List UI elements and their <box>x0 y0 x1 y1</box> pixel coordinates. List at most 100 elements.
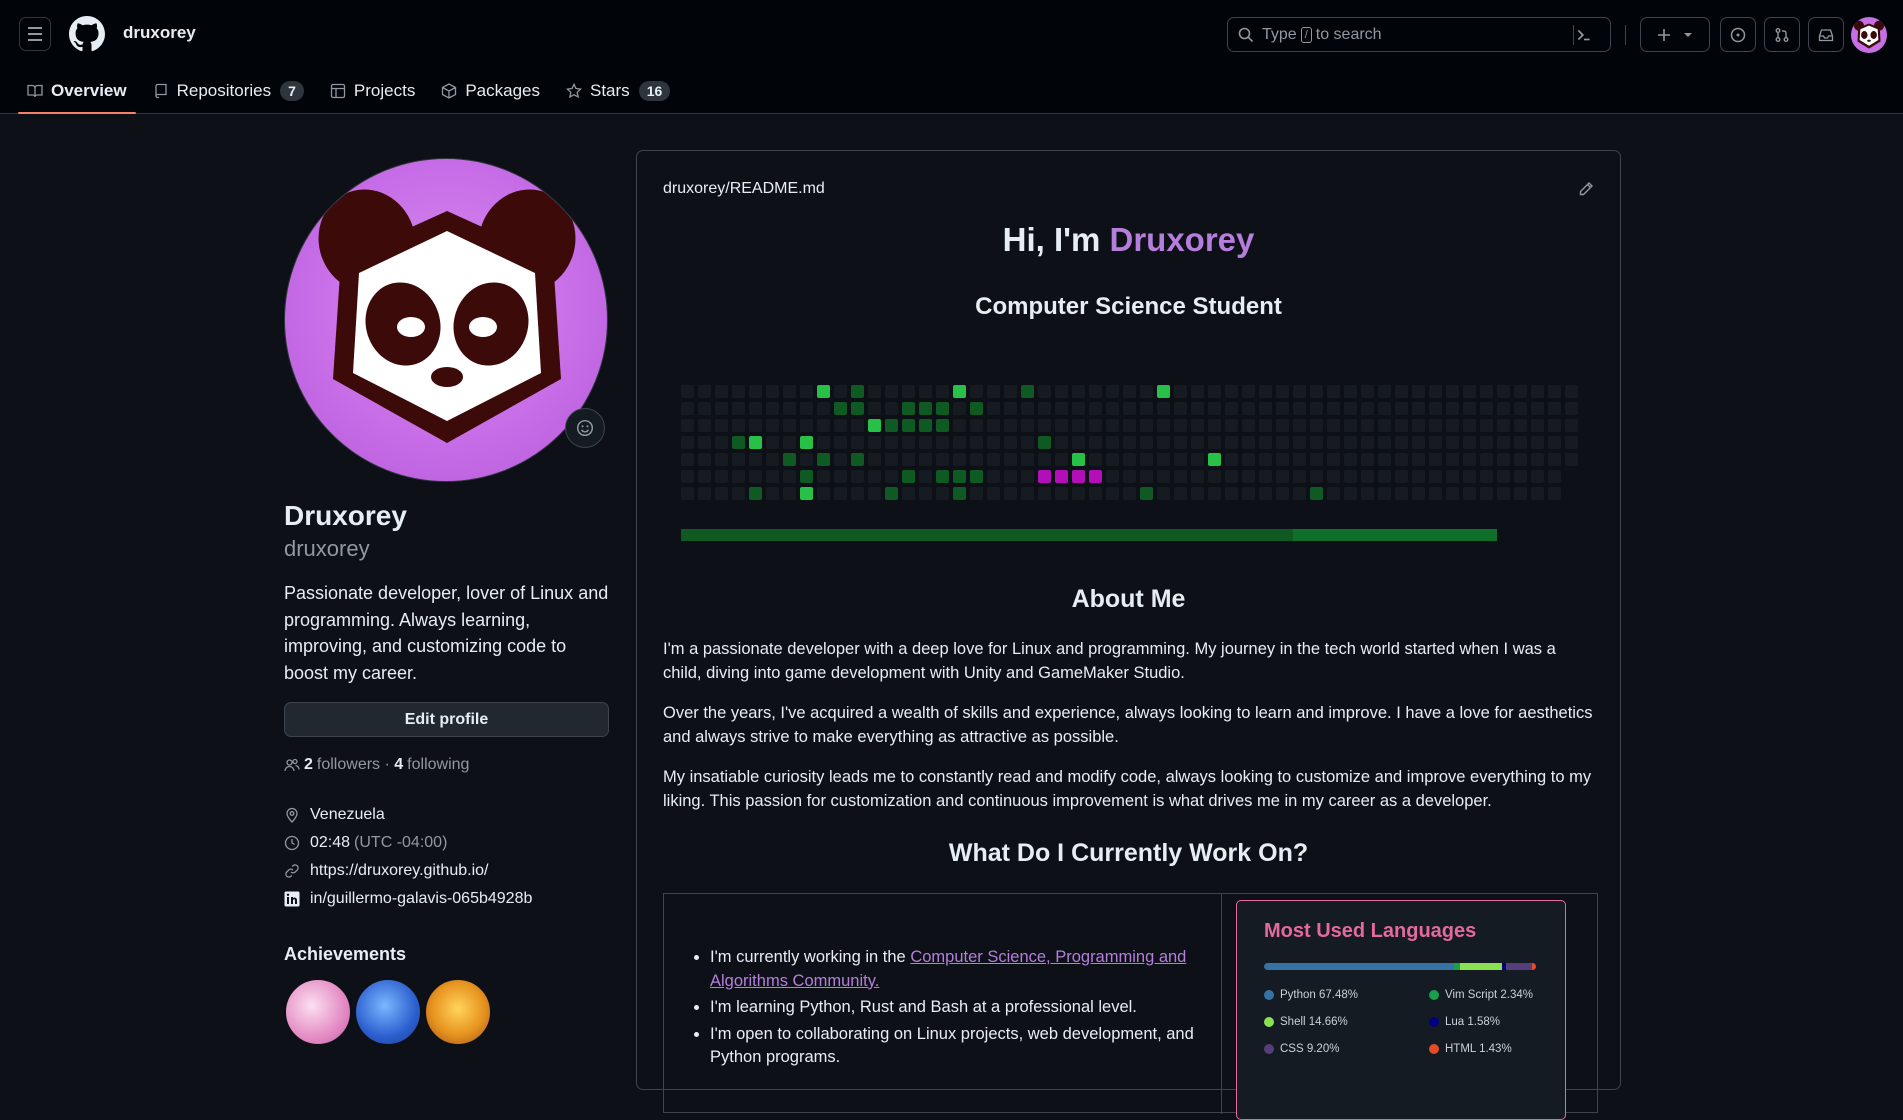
readme-path-user[interactable]: druxorey <box>663 180 725 197</box>
header-row: druxorey Type / to search <box>0 0 1903 68</box>
contribution-cell <box>1208 487 1221 500</box>
contribution-cell <box>1038 385 1051 398</box>
contribution-cell <box>919 385 932 398</box>
contribution-cell <box>1259 385 1272 398</box>
edit-readme-icon[interactable] <box>1578 181 1594 197</box>
command-palette-icon[interactable] <box>1575 26 1593 44</box>
contribution-cell <box>1208 436 1221 449</box>
contribution-cell <box>1174 487 1187 500</box>
list-item: I'm learning Python, Rust and Bash at a … <box>710 996 1210 1020</box>
contribution-cell <box>1531 436 1544 449</box>
contribution-cell <box>1548 487 1561 500</box>
contribution-cell <box>1004 453 1017 466</box>
menu-button[interactable] <box>19 17 51 51</box>
contribution-cell <box>715 436 728 449</box>
contribution-cell <box>1514 436 1527 449</box>
notifications-button[interactable] <box>1808 17 1844 52</box>
contribution-cell <box>1106 470 1119 483</box>
language-bar-segment <box>1453 963 1461 970</box>
contribution-cell <box>936 436 949 449</box>
edit-profile-button[interactable]: Edit profile <box>284 702 609 737</box>
contribution-cell <box>1514 487 1527 500</box>
profile-avatar[interactable] <box>284 158 608 482</box>
set-status-button[interactable] <box>565 408 605 448</box>
contribution-cell <box>1429 453 1442 466</box>
website-link[interactable]: https://druxorey.github.io/ <box>310 862 488 880</box>
contribution-cell <box>970 453 983 466</box>
tab-overview[interactable]: Overview <box>18 68 136 114</box>
work-cell: I'm currently working in the Computer Sc… <box>664 894 1222 1114</box>
linkedin-link[interactable]: in/guillermo-galavis-065b4928b <box>310 890 532 908</box>
achievement-yolo-badge[interactable] <box>284 978 352 1046</box>
contribution-cell <box>1463 487 1476 500</box>
following-count: 4 <box>394 756 404 773</box>
contribution-cell <box>1157 487 1170 500</box>
contribution-cell <box>783 402 796 415</box>
contribution-cell <box>1208 419 1221 432</box>
profile-bio: Passionate developer, lover of Linux and… <box>284 583 609 683</box>
contribution-cell <box>1259 436 1272 449</box>
language-legend-item: Shell 14.66% <box>1264 1016 1348 1028</box>
contribution-cell <box>1378 436 1391 449</box>
following-link[interactable]: 4 following <box>394 756 469 774</box>
contribution-cell <box>1446 487 1459 500</box>
contribution-cell <box>783 419 796 432</box>
issues-button[interactable] <box>1720 17 1756 52</box>
contribution-cell <box>868 402 881 415</box>
readme-path-file[interactable]: README.md <box>730 180 825 197</box>
contribution-cell <box>834 470 847 483</box>
contribution-cell <box>1429 436 1442 449</box>
tab-stars[interactable]: Stars 16 <box>557 68 679 114</box>
achievement-quickdraw-badge[interactable] <box>424 978 492 1046</box>
tab-repositories[interactable]: Repositories 7 <box>144 68 313 114</box>
contribution-cell <box>936 470 949 483</box>
contribution-cell <box>1021 402 1034 415</box>
contribution-cell <box>1565 402 1578 415</box>
achievement-shark-badge[interactable] <box>354 978 422 1046</box>
tab-packages[interactable]: Packages <box>432 68 549 114</box>
tab-projects[interactable]: Projects <box>321 68 424 114</box>
contribution-cell <box>1293 385 1306 398</box>
tab-overview-label: Overview <box>51 81 127 100</box>
contribution-cell <box>732 487 745 500</box>
create-new-button[interactable] <box>1640 17 1710 52</box>
contribution-cell <box>936 487 949 500</box>
contribution-cell <box>1446 385 1459 398</box>
contribution-cell <box>1327 402 1340 415</box>
language-color-dot <box>1429 1044 1439 1054</box>
contribution-cell <box>1106 385 1119 398</box>
language-bar-segment <box>1460 963 1502 970</box>
contribution-cell <box>868 436 881 449</box>
achievements-heading: Achievements <box>284 944 407 964</box>
contribution-cell <box>1327 419 1340 432</box>
profile-owner-link[interactable]: druxorey <box>123 23 196 43</box>
github-logo-icon[interactable] <box>69 16 105 52</box>
top-bar: druxorey Type / to search Overview Repos… <box>0 0 1903 114</box>
contribution-cell <box>1480 419 1493 432</box>
contribution-cell <box>919 436 932 449</box>
contribution-cell <box>800 470 813 483</box>
timezone-text: (UTC -04:00) <box>354 834 448 851</box>
contribution-cell <box>1514 453 1527 466</box>
contribution-cell <box>1344 385 1357 398</box>
contribution-cell <box>749 385 762 398</box>
user-avatar-button[interactable] <box>1851 17 1887 53</box>
contribution-cell <box>1497 402 1510 415</box>
search-input[interactable]: Type / to search <box>1227 17 1611 52</box>
contribution-cell <box>817 453 830 466</box>
contribution-cell <box>1089 402 1102 415</box>
contribution-cell <box>1038 453 1051 466</box>
contribution-cell <box>885 402 898 415</box>
contribution-cell <box>1259 453 1272 466</box>
contribution-cell <box>1225 436 1238 449</box>
contribution-cell <box>970 419 983 432</box>
followers-link[interactable]: 2 followers <box>304 756 380 774</box>
language-color-dot <box>1429 990 1439 1000</box>
contribution-cell <box>1463 402 1476 415</box>
contribution-cell <box>800 385 813 398</box>
contribution-cell <box>1140 402 1153 415</box>
contribution-cell <box>1259 402 1272 415</box>
contribution-cell <box>1565 453 1578 466</box>
pull-requests-button[interactable] <box>1764 17 1800 52</box>
contribution-cell <box>868 487 881 500</box>
